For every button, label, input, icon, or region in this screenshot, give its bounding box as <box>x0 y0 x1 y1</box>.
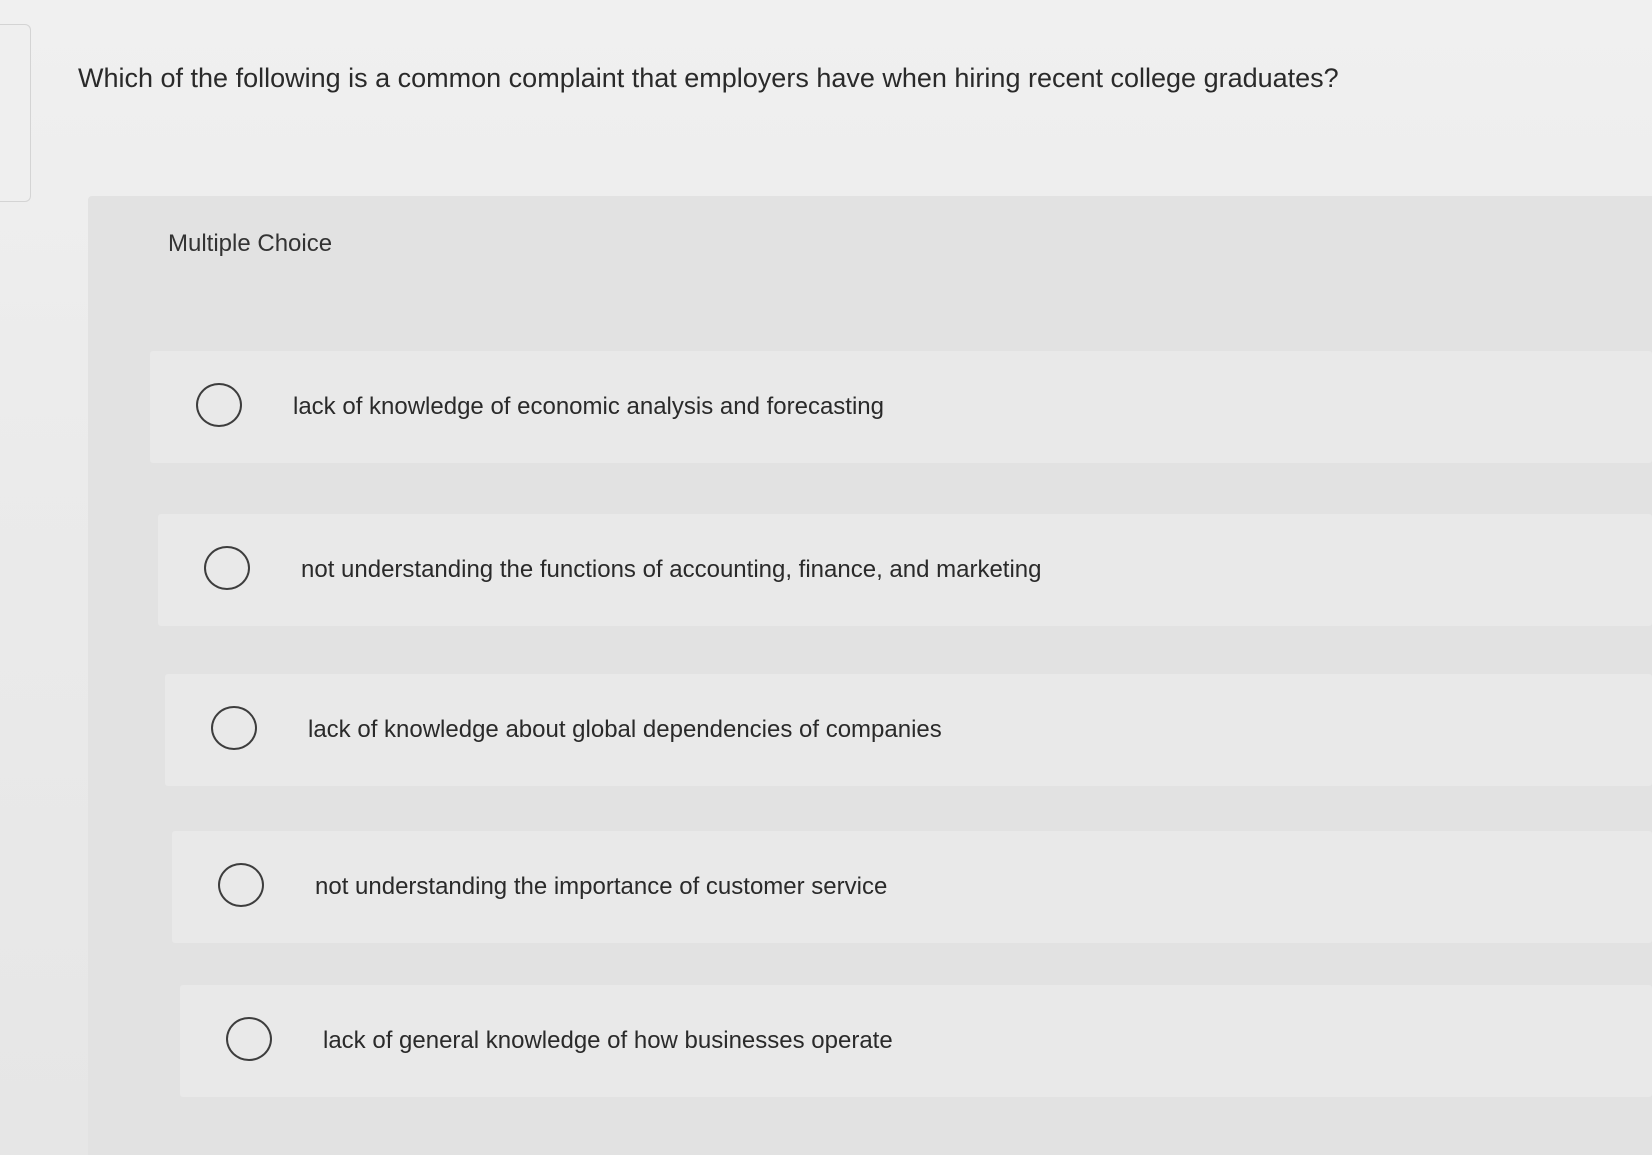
answer-option-label: lack of general knowledge of how busines… <box>323 1027 893 1054</box>
answer-option-label: lack of knowledge about global dependenc… <box>308 716 942 743</box>
answer-option-label: lack of knowledge of economic analysis a… <box>293 393 884 420</box>
answer-option-1[interactable]: lack of knowledge of economic analysis a… <box>150 351 1652 463</box>
answer-option-4[interactable]: not understanding the importance of cust… <box>172 831 1652 943</box>
radio-button-icon[interactable] <box>196 383 242 427</box>
page: Which of the following is a common compl… <box>0 0 1652 1155</box>
answer-option-label: not understanding the importance of cust… <box>315 873 888 900</box>
answer-option-3[interactable]: lack of knowledge about global dependenc… <box>165 674 1652 786</box>
side-tab[interactable] <box>0 24 31 202</box>
answer-option-label: not understanding the functions of accou… <box>301 556 1042 583</box>
question-text: Which of the following is a common compl… <box>78 63 1339 93</box>
answer-option-2[interactable]: not understanding the functions of accou… <box>158 514 1652 626</box>
multiple-choice-label: Multiple Choice <box>168 230 333 257</box>
radio-button-icon[interactable] <box>226 1017 272 1061</box>
radio-button-icon[interactable] <box>204 546 250 590</box>
radio-button-icon[interactable] <box>211 706 257 750</box>
answer-option-5[interactable]: lack of general knowledge of how busines… <box>180 985 1652 1097</box>
radio-button-icon[interactable] <box>218 863 264 907</box>
